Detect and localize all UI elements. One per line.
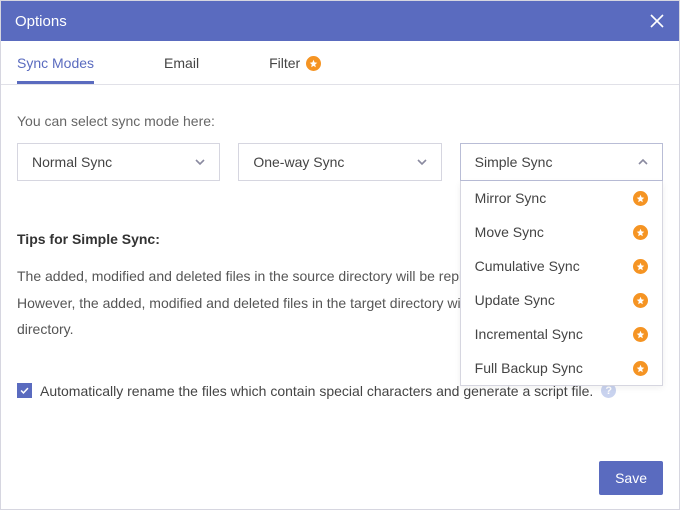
titlebar: Options	[1, 1, 679, 41]
tab-label: Sync Modes	[17, 55, 94, 71]
tab-filter[interactable]: Filter	[269, 43, 321, 84]
sync-type-dropdown: Mirror Sync Move Sync Cumulative Sync Up…	[460, 181, 663, 386]
option-mirror-sync[interactable]: Mirror Sync	[461, 181, 662, 215]
tab-sync-modes[interactable]: Sync Modes	[17, 43, 94, 84]
select-sync-type[interactable]: Simple Sync Mirror Sync Move Sync Cumula…	[460, 143, 663, 181]
window-title: Options	[15, 13, 67, 30]
save-button[interactable]: Save	[599, 461, 663, 495]
option-label: Mirror Sync	[475, 190, 547, 206]
option-incremental-sync[interactable]: Incremental Sync	[461, 317, 662, 351]
chevron-up-icon	[636, 155, 650, 169]
option-full-backup-sync[interactable]: Full Backup Sync	[461, 351, 662, 385]
mode-hint: You can select sync mode here:	[17, 113, 663, 129]
select-value: One-way Sync	[253, 154, 344, 170]
pro-star-icon	[633, 293, 648, 308]
option-label: Full Backup Sync	[475, 360, 583, 376]
auto-rename-checkbox[interactable]	[17, 383, 32, 398]
chevron-down-icon	[193, 155, 207, 169]
pro-star-icon	[633, 191, 648, 206]
option-label: Move Sync	[475, 224, 544, 240]
select-value: Normal Sync	[32, 154, 112, 170]
option-label: Cumulative Sync	[475, 258, 580, 274]
pro-star-icon	[633, 361, 648, 376]
option-label: Incremental Sync	[475, 326, 583, 342]
footer: Save	[599, 461, 663, 495]
content: You can select sync mode here: Normal Sy…	[1, 85, 679, 399]
option-cumulative-sync[interactable]: Cumulative Sync	[461, 249, 662, 283]
chevron-down-icon	[415, 155, 429, 169]
select-sync-way[interactable]: One-way Sync	[238, 143, 441, 181]
selects-row: Normal Sync One-way Sync Simple Sync Mir…	[17, 143, 663, 181]
tab-email[interactable]: Email	[164, 43, 199, 84]
tab-label: Email	[164, 55, 199, 71]
tabs: Sync Modes Email Filter	[1, 41, 679, 85]
option-update-sync[interactable]: Update Sync	[461, 283, 662, 317]
tab-label: Filter	[269, 55, 300, 71]
pro-star-icon	[633, 259, 648, 274]
close-icon[interactable]	[649, 13, 665, 29]
option-move-sync[interactable]: Move Sync	[461, 215, 662, 249]
select-sync-direction[interactable]: Normal Sync	[17, 143, 220, 181]
select-value: Simple Sync	[475, 154, 553, 170]
pro-star-icon	[633, 327, 648, 342]
option-label: Update Sync	[475, 292, 555, 308]
pro-star-icon	[306, 56, 321, 71]
pro-star-icon	[633, 225, 648, 240]
